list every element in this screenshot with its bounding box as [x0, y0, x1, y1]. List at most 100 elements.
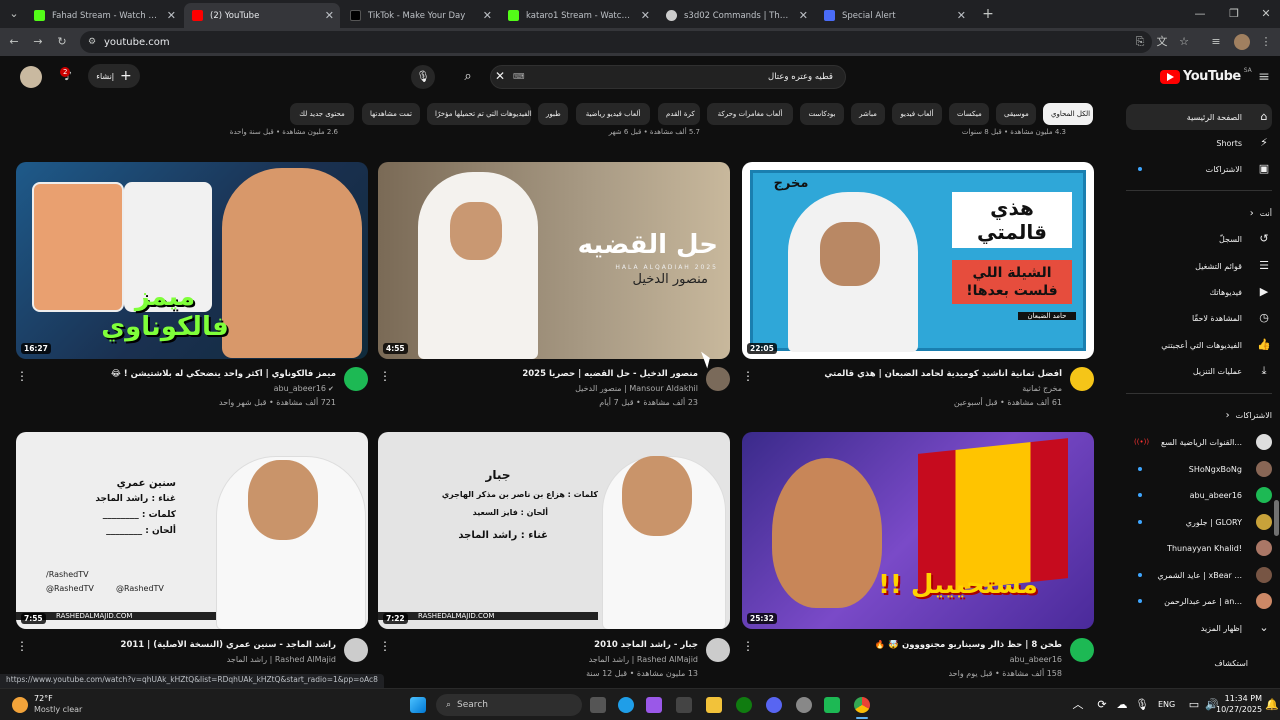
- sidebar-item-your-videos[interactable]: فيديوهاتك ▶: [1126, 279, 1272, 305]
- more-options-icon[interactable]: ⋮: [742, 640, 754, 652]
- chip[interactable]: كرة القدم: [658, 103, 700, 125]
- clock-time[interactable]: 11:34 PM: [1222, 694, 1262, 703]
- chip[interactable]: موسيقى: [996, 103, 1036, 125]
- app-icon[interactable]: [824, 697, 840, 713]
- translate-icon[interactable]: 文: [1154, 34, 1170, 50]
- tab-list-icon[interactable]: ⌄: [6, 6, 22, 22]
- notification-center-icon[interactable]: 🔔: [1264, 697, 1280, 713]
- video-title[interactable]: راشد الماجد - سنين عمري (النسخة الأصلية)…: [30, 640, 336, 650]
- more-options-icon[interactable]: ⋮: [16, 370, 28, 382]
- channel-name[interactable]: Rashed AlMajid | راشد الماجد: [130, 655, 336, 664]
- video-thumbnail[interactable]: سنين عمري غناء : راشد الماجد كلمات : ___…: [16, 432, 368, 629]
- keyboard-icon[interactable]: ⌨: [513, 72, 525, 81]
- sidebar-item-playlists[interactable]: قوائم التشغيل ☰: [1126, 253, 1272, 279]
- site-info-icon[interactable]: ⚙: [84, 34, 100, 50]
- sidebar-sub-channel[interactable]: SHoNgxBoNg: [1126, 456, 1272, 482]
- chip-all-selected[interactable]: الكل المحاوي: [1043, 103, 1093, 125]
- tab-4[interactable]: kataro1 Stream - Watch Live on ✕: [500, 3, 656, 28]
- chip[interactable]: ألعاب فيديو: [892, 103, 942, 125]
- chip[interactable]: محتوى جديد لك: [290, 103, 354, 125]
- sidebar-you-heading[interactable]: › أنت: [1126, 200, 1272, 226]
- more-options-icon[interactable]: ⋮: [16, 640, 28, 652]
- video-thumbnail[interactable]: جبار كلمات : هزاع بن ناصر بن مذكر الهاجر…: [378, 432, 730, 629]
- weather-icon[interactable]: [12, 697, 28, 713]
- channel-name[interactable]: Rashed AlMajid | راشد الماجد: [492, 655, 698, 664]
- video-thumbnail[interactable]: مخرج هذي قالمتي الشيلة اللي فلست بعدها! …: [742, 162, 1094, 359]
- more-options-icon[interactable]: ⋮: [379, 370, 391, 382]
- channel-name[interactable]: Mansour Aldakhil | منصور الدخيل: [492, 384, 698, 393]
- show-more-button[interactable]: إظهار المزيد ⌄: [1126, 615, 1272, 641]
- video-title[interactable]: ميمز فالكوناوي | أكثر واحد ينضحكي له بلا…: [30, 369, 336, 379]
- back-icon[interactable]: ←: [6, 34, 22, 50]
- profile-avatar[interactable]: [1234, 34, 1250, 50]
- guide-menu-icon[interactable]: ≡: [1256, 69, 1272, 85]
- channel-avatar[interactable]: [706, 367, 730, 391]
- search-input[interactable]: قطيه وعتره وعتال ⌨ ✕: [490, 65, 846, 89]
- sidebar-item-shorts[interactable]: Shorts ⚡: [1126, 130, 1272, 156]
- chip[interactable]: تمت مشاهدتها: [362, 103, 420, 125]
- sidebar-item-watch-later[interactable]: المشاهدة لاحقًا ◷: [1126, 305, 1272, 331]
- close-tab-icon[interactable]: ✕: [799, 9, 808, 22]
- channel-avatar[interactable]: [1070, 367, 1094, 391]
- channel-name[interactable]: مخرج ثمانية: [856, 384, 1062, 393]
- sidebar-item-subscriptions[interactable]: الاشتراكات ▣: [1126, 156, 1272, 182]
- channel-avatar[interactable]: [344, 367, 368, 391]
- chrome-icon[interactable]: [854, 697, 870, 713]
- task-view-icon[interactable]: [590, 697, 606, 713]
- sidebar-scrollbar[interactable]: [1274, 500, 1279, 536]
- weather-desc[interactable]: Mostly clear: [34, 705, 82, 714]
- youtube-logo[interactable]: YouTube SA: [1160, 67, 1252, 84]
- tab-1[interactable]: Fahad Stream - Watch Live on K ✕: [26, 3, 182, 28]
- app-icon[interactable]: [796, 697, 812, 713]
- mic-icon[interactable]: 🎙: [1134, 697, 1150, 713]
- video-title[interactable]: منصور الدخيل - حل القضيه | حصريا 2025: [392, 369, 698, 379]
- sidebar-sub-channel[interactable]: عمر عبدالرحمن | an...: [1126, 588, 1272, 614]
- video-thumbnail[interactable]: ميمز فالكوناوي 16:27: [16, 162, 368, 359]
- channel-name[interactable]: abu_abeer16: [856, 655, 1062, 664]
- install-icon[interactable]: ⎘: [1132, 34, 1148, 50]
- minimize-icon[interactable]: —: [1192, 6, 1208, 22]
- search-button[interactable]: ⌕: [454, 65, 482, 89]
- new-tab-icon[interactable]: +: [980, 6, 996, 22]
- video-title[interactable]: جبار - راشد الماجد 2010: [392, 640, 698, 650]
- chip[interactable]: ألعاب مغامرات وحركة: [707, 103, 793, 125]
- restore-icon[interactable]: ❐: [1226, 6, 1242, 22]
- sidebar-item-home[interactable]: الصفحة الرئيسية ⌂: [1126, 104, 1272, 130]
- sidebar-sub-channel[interactable]: جلوري | GLORY: [1126, 509, 1272, 535]
- sidebar-sub-channel[interactable]: Thunayyan Khalid!: [1126, 535, 1272, 561]
- tray-chevron-icon[interactable]: ︿: [1070, 697, 1086, 713]
- more-options-icon[interactable]: ⋮: [742, 370, 754, 382]
- close-window-icon[interactable]: ✕: [1258, 6, 1274, 22]
- language-indicator[interactable]: ENG: [1158, 700, 1175, 709]
- taskbar-search[interactable]: ⌕ Search: [436, 694, 582, 716]
- create-button[interactable]: إنشاء +: [88, 64, 140, 88]
- tab-2[interactable]: (2) YouTube ✕: [184, 3, 340, 28]
- forward-icon[interactable]: →: [30, 34, 46, 50]
- close-tab-icon[interactable]: ✕: [325, 9, 334, 22]
- channel-avatar[interactable]: [706, 638, 730, 662]
- reload-icon[interactable]: ↻: [54, 34, 70, 50]
- sidebar-sub-channel[interactable]: عايد الشمري | xBear ...: [1126, 562, 1272, 588]
- clock-date[interactable]: 10/27/2025: [1216, 705, 1262, 714]
- account-avatar[interactable]: [20, 66, 42, 88]
- video-thumbnail[interactable]: حل القضيه HALA ALQADIAH 2025 منصور الدخي…: [378, 162, 730, 359]
- close-tab-icon[interactable]: ✕: [641, 9, 650, 22]
- chip[interactable]: بودكاست: [800, 103, 844, 125]
- video-thumbnail[interactable]: مستحيييل !! 25:32: [742, 432, 1094, 629]
- channel-avatar[interactable]: [1070, 638, 1094, 662]
- start-icon[interactable]: [410, 697, 426, 713]
- tab-3[interactable]: TikTok - Make Your Day ✕: [342, 3, 498, 28]
- weather-temp[interactable]: 72°F: [34, 694, 53, 703]
- chip[interactable]: مباشر: [851, 103, 885, 125]
- browser-menu-icon[interactable]: ⋮: [1258, 34, 1274, 50]
- copilot-icon[interactable]: [646, 697, 662, 713]
- discord-icon[interactable]: [766, 697, 782, 713]
- more-options-icon[interactable]: ⋮: [379, 640, 391, 652]
- bookmark-star-icon[interactable]: ☆: [1176, 34, 1192, 50]
- address-bar[interactable]: ⚙ youtube.com ⎘ 文 ☆: [80, 31, 1189, 53]
- chip[interactable]: ألعاب فيديو رياضية: [576, 103, 650, 125]
- network-icon[interactable]: ▭: [1186, 697, 1202, 713]
- tray-app-icon[interactable]: ⟳: [1094, 697, 1110, 713]
- close-tab-icon[interactable]: ✕: [167, 9, 176, 22]
- edge-icon[interactable]: [618, 697, 634, 713]
